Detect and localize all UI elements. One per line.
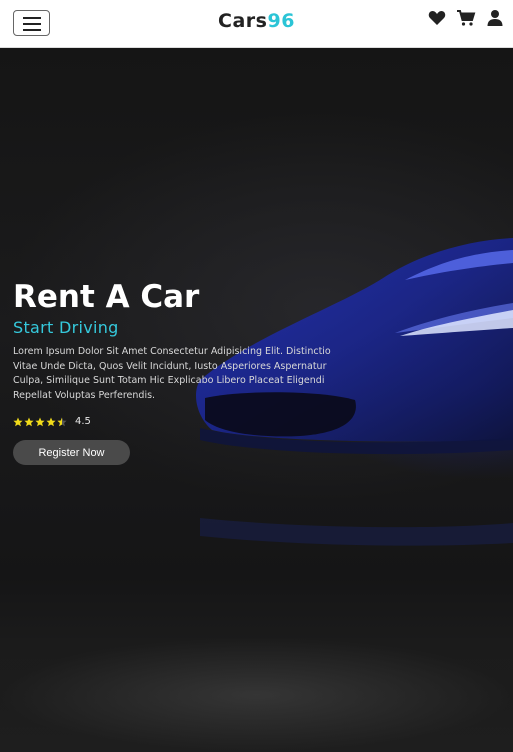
nav-icon-group <box>427 8 505 28</box>
cart-icon[interactable] <box>456 8 476 28</box>
hero-subtitle: Start Driving <box>13 318 119 338</box>
hero-title: Rent A Car <box>13 279 200 315</box>
star-icon <box>57 417 67 426</box>
user-icon[interactable] <box>485 8 505 28</box>
star-icon <box>13 417 23 426</box>
star-icon <box>46 417 56 426</box>
top-navbar: Cars96 <box>0 0 513 48</box>
rating-stars <box>13 417 67 427</box>
hero-banner: Rent A Car Start Driving Lorem Ipsum Dol… <box>0 48 513 752</box>
hero-content: Rent A Car Start Driving Lorem Ipsum Dol… <box>13 279 343 466</box>
register-now-button[interactable]: Register Now <box>13 440 130 466</box>
brand-number: 96 <box>267 10 295 32</box>
star-icon <box>24 417 34 426</box>
rating-value: 4.5 <box>75 416 91 428</box>
rating: 4.5 <box>13 416 343 427</box>
heart-icon[interactable] <box>427 8 447 28</box>
hero-description: Lorem Ipsum Dolor Sit Amet Consectetur A… <box>13 346 331 401</box>
star-icon <box>35 417 45 426</box>
brand-text: Cars <box>218 10 268 32</box>
